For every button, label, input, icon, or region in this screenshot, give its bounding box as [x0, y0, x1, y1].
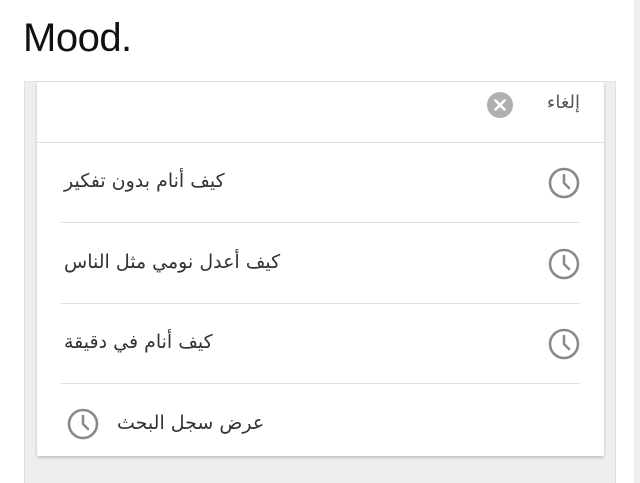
view-search-history-label: عرض سجل البحث	[117, 412, 265, 434]
page-title: Mood.	[23, 16, 132, 60]
suggestion-text: كيف أنام في دقيقة	[64, 331, 213, 353]
scroll-edge	[634, 0, 640, 483]
view-search-history-button[interactable]: عرض سجل البحث	[61, 384, 580, 456]
cancel-button[interactable]: إلغاء	[547, 92, 580, 113]
clock-icon	[548, 167, 580, 199]
clock-icon	[67, 408, 99, 440]
suggestion-text: كيف أنام بدون تفكير	[64, 170, 225, 192]
suggestion-item[interactable]: كيف أعدل نومي مثل الناس	[61, 223, 580, 304]
search-suggestions-dropdown: إلغاء كيف أنام بدون تفكير كيف أعدل نومي …	[37, 82, 604, 456]
suggestion-item[interactable]: كيف أنام بدون تفكير	[61, 142, 580, 223]
suggestion-item[interactable]: كيف أنام في دقيقة	[61, 303, 580, 384]
suggestion-text: كيف أعدل نومي مثل الناس	[64, 251, 281, 273]
clock-icon	[548, 328, 580, 360]
clear-search-icon[interactable]	[487, 92, 513, 118]
search-bar: إلغاء	[37, 82, 604, 143]
clock-icon	[548, 248, 580, 280]
